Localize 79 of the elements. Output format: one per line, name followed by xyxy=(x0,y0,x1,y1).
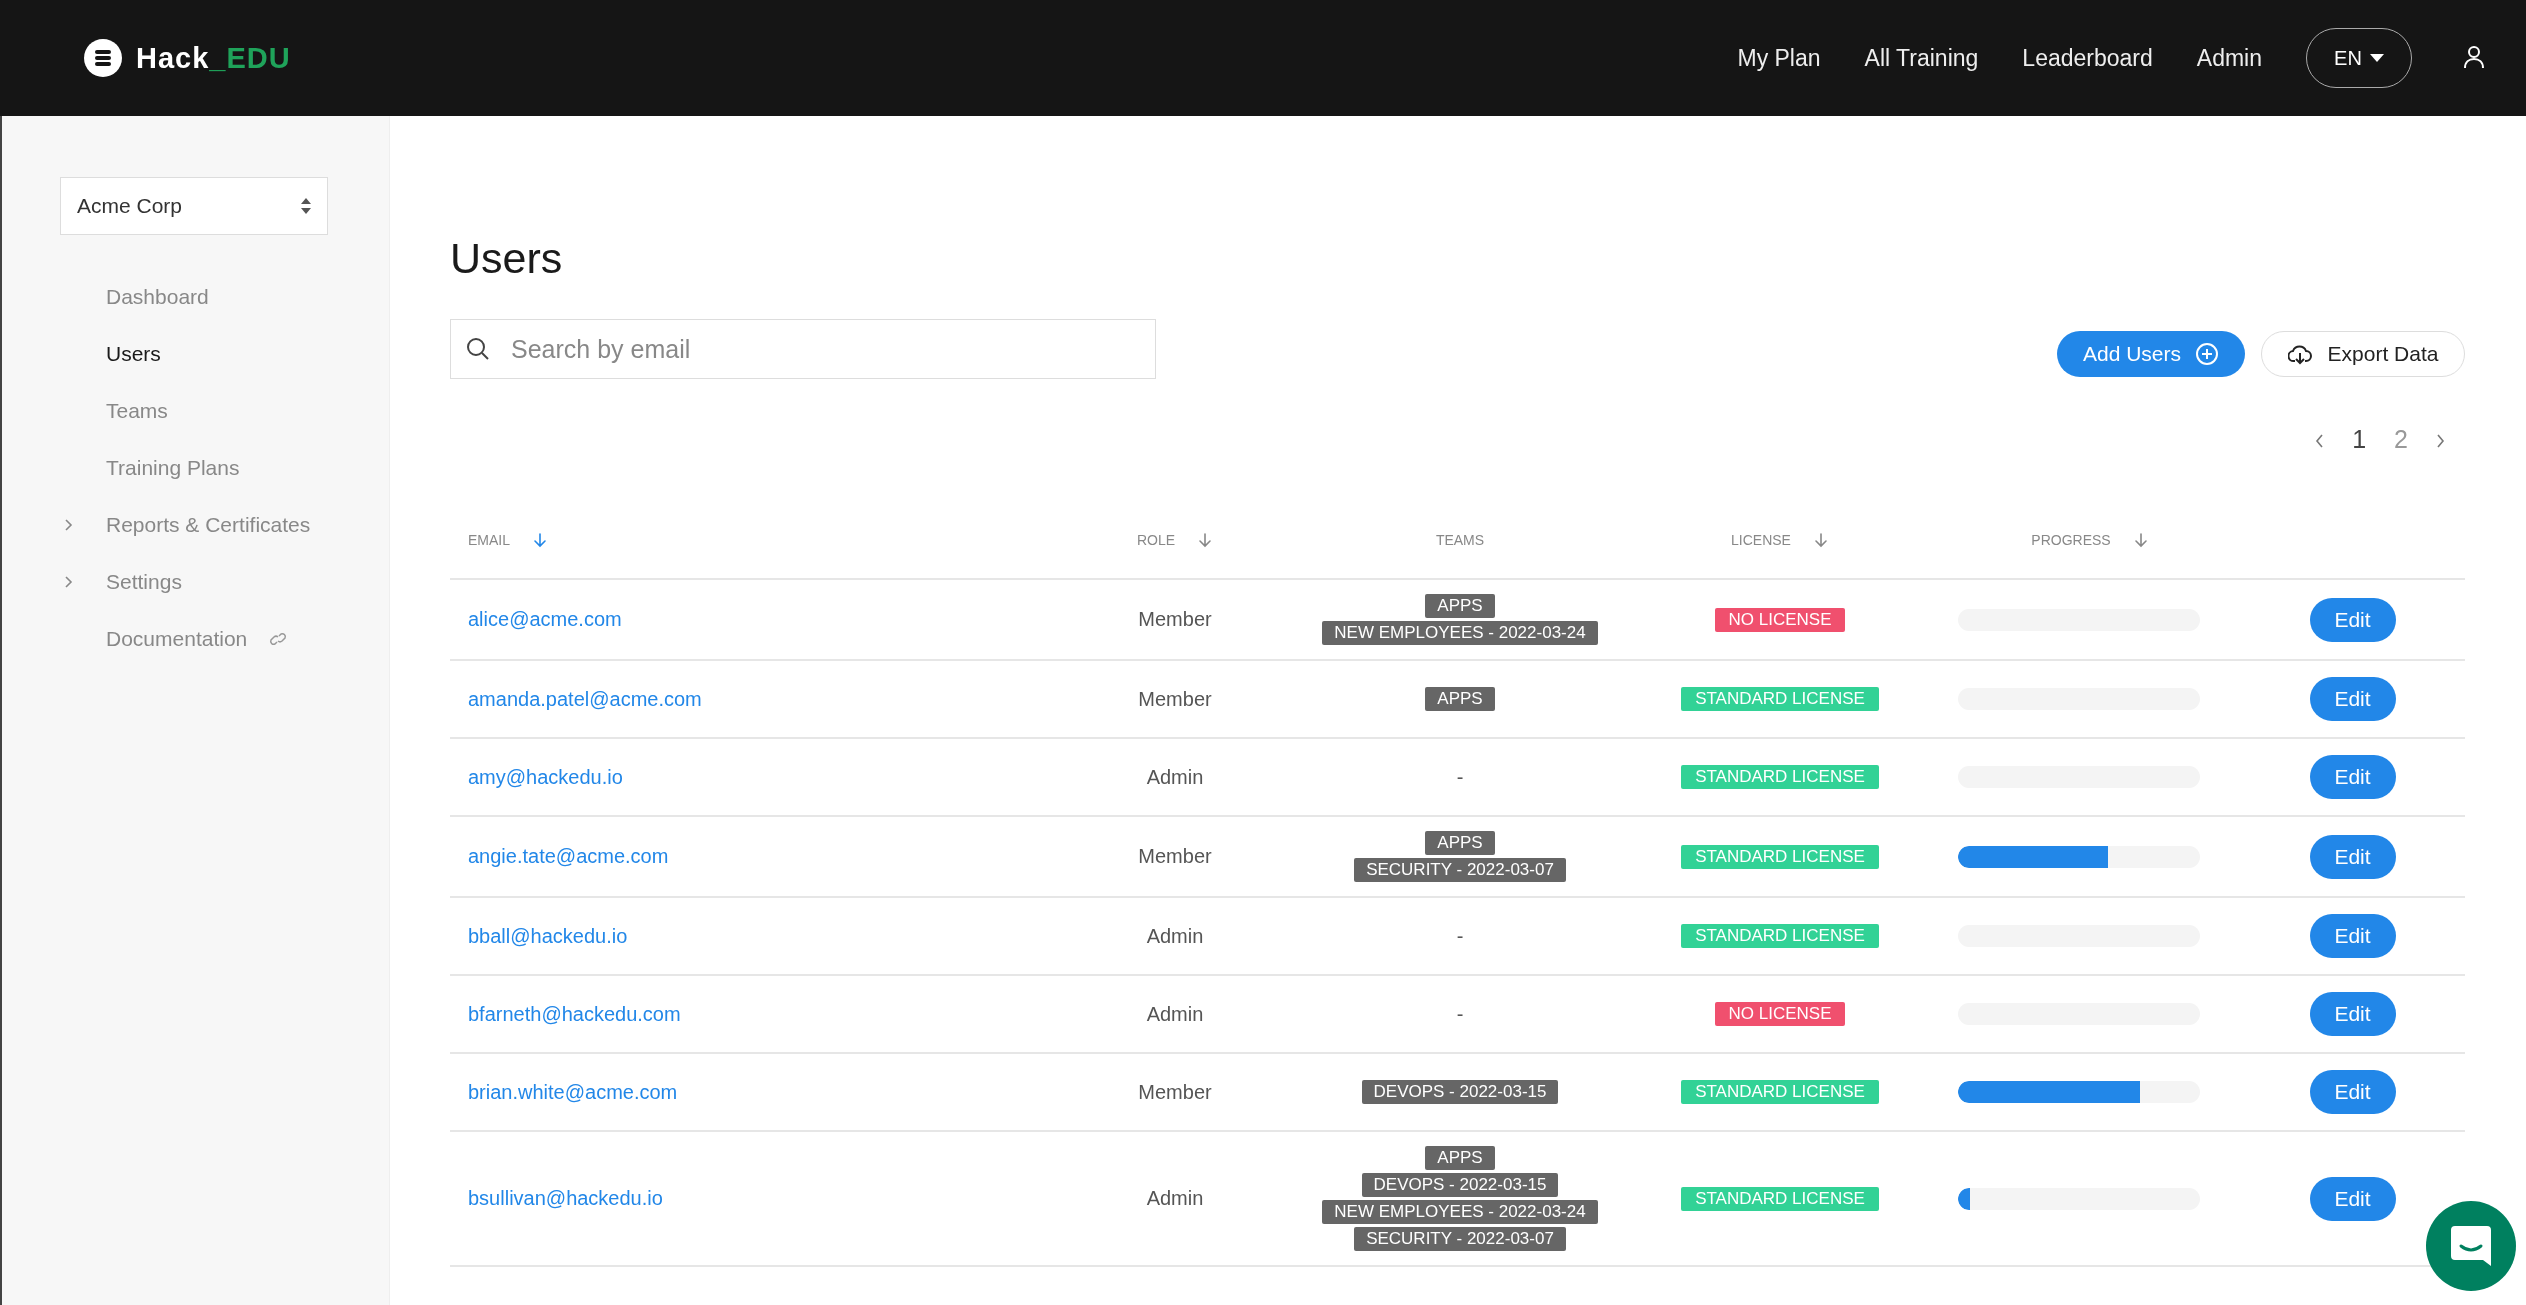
role-text: Admin xyxy=(1146,1187,1204,1210)
nav-link[interactable]: Admin xyxy=(2196,44,2262,72)
chevron-left-icon xyxy=(2315,434,2325,448)
add-users-button[interactable]: Add Users xyxy=(2057,331,2245,377)
edit-button[interactable]: Edit xyxy=(2309,834,2396,879)
column-header: TEAMS xyxy=(1435,532,1485,548)
license-tag: STANDARD LICENSE xyxy=(1681,844,1879,869)
team-tag: DEVOPS - 2022-03-15 xyxy=(1361,1080,1559,1104)
team-tag: DEVOPS - 2022-03-15 xyxy=(1361,1173,1559,1197)
chevron-right-icon xyxy=(2436,434,2445,448)
column-header[interactable]: PROGRESS xyxy=(2031,532,2149,548)
user-icon xyxy=(2462,43,2486,70)
role-text: Member xyxy=(1138,687,1212,711)
role-text: Admin xyxy=(1146,924,1204,948)
sidebar-item[interactable]: Reports & Certificates xyxy=(106,512,311,537)
team-tag: NEW EMPLOYEES - 2022-03-24 xyxy=(1322,621,1598,645)
export-data-button[interactable]: Export Data xyxy=(2261,331,2465,377)
empty-text: - xyxy=(1456,924,1464,948)
column-header[interactable]: LICENSE xyxy=(1731,532,1829,548)
email-link[interactable]: bball@hackedu.io xyxy=(468,924,628,948)
sidebar-item[interactable]: Settings xyxy=(106,569,182,594)
sidebar-item[interactable]: Users xyxy=(106,341,161,366)
edit-button[interactable]: Edit xyxy=(2309,755,2396,799)
edit-button[interactable]: Edit xyxy=(2309,992,2396,1036)
sidebar-item[interactable]: Training Plans xyxy=(106,455,240,480)
license-tag: STANDARD LICENSE xyxy=(1681,1186,1879,1211)
email-link[interactable]: bsullivan@hackedu.io xyxy=(468,1187,663,1210)
email-link[interactable]: bfarneth@hackedu.com xyxy=(468,1002,681,1026)
nav-link[interactable]: My Plan xyxy=(1737,44,1821,72)
chevron-right-icon xyxy=(64,575,73,588)
chevron-right-icon xyxy=(64,518,73,531)
nav-link[interactable]: Leaderboard xyxy=(2022,44,2153,72)
team-tag: APPS xyxy=(1425,831,1495,855)
email-link[interactable]: brian.white@acme.com xyxy=(468,1080,678,1104)
role-text: Member xyxy=(1138,1080,1212,1104)
role-text: Member xyxy=(1138,608,1212,631)
email-link[interactable]: amanda.patel@acme.com xyxy=(468,687,702,711)
license-tag: STANDARD LICENSE xyxy=(1681,765,1879,789)
email-link[interactable]: alice@acme.com xyxy=(468,608,622,631)
empty-text: - xyxy=(1456,1002,1464,1026)
role-text: Admin xyxy=(1146,1002,1204,1026)
license-tag: NO LICENSE xyxy=(1714,607,1846,632)
column-header[interactable]: EMAIL xyxy=(468,532,548,548)
edit-button[interactable]: Edit xyxy=(2309,597,2396,642)
column-header[interactable]: ROLE xyxy=(1136,532,1214,548)
team-tag: SECURITY - 2022-03-07 xyxy=(1354,858,1566,882)
team-tag: APPS xyxy=(1425,1146,1495,1170)
logo-icon xyxy=(84,39,122,77)
organization-select[interactable]: Acme Corp xyxy=(60,177,328,235)
sidebar-item[interactable]: Dashboard xyxy=(106,284,209,309)
team-tag: SECURITY - 2022-03-07 xyxy=(1354,1227,1566,1251)
logo-text: Hack_EDU xyxy=(136,41,291,75)
sort-icon xyxy=(301,198,311,214)
license-tag: STANDARD LICENSE xyxy=(1681,1080,1879,1104)
edit-button[interactable]: Edit xyxy=(2309,1070,2396,1114)
team-tag: NEW EMPLOYEES - 2022-03-24 xyxy=(1322,1200,1598,1224)
license-tag: STANDARD LICENSE xyxy=(1681,687,1879,711)
sidebar-item[interactable]: Documentation xyxy=(106,626,288,651)
caret-icon xyxy=(2369,54,2384,62)
email-link[interactable]: amy@hackedu.io xyxy=(468,765,623,789)
role-text: Admin xyxy=(1146,765,1204,789)
empty-text: - xyxy=(1456,765,1464,789)
team-tag: APPS xyxy=(1425,594,1495,618)
role-text: Member xyxy=(1138,845,1212,868)
page-title: Users xyxy=(450,234,564,283)
license-tag: NO LICENSE xyxy=(1714,1002,1846,1026)
search-icon xyxy=(466,337,490,361)
edit-button[interactable]: Edit xyxy=(2309,1176,2396,1221)
license-tag: STANDARD LICENSE xyxy=(1681,924,1879,948)
edit-button[interactable]: Edit xyxy=(2309,677,2396,721)
plus-circle-icon xyxy=(2195,342,2219,366)
edit-button[interactable]: Edit xyxy=(2309,914,2396,958)
nav-link[interactable]: All Training xyxy=(1864,44,1979,72)
email-link[interactable]: angie.tate@acme.com xyxy=(468,845,669,868)
search-field[interactable]: Search by email xyxy=(450,319,1156,379)
page-button[interactable]: 2 xyxy=(2386,421,2416,458)
page-button[interactable]: 1 xyxy=(2344,421,2375,458)
sidebar-item[interactable]: Teams xyxy=(106,398,168,423)
team-tag: APPS xyxy=(1425,687,1495,711)
